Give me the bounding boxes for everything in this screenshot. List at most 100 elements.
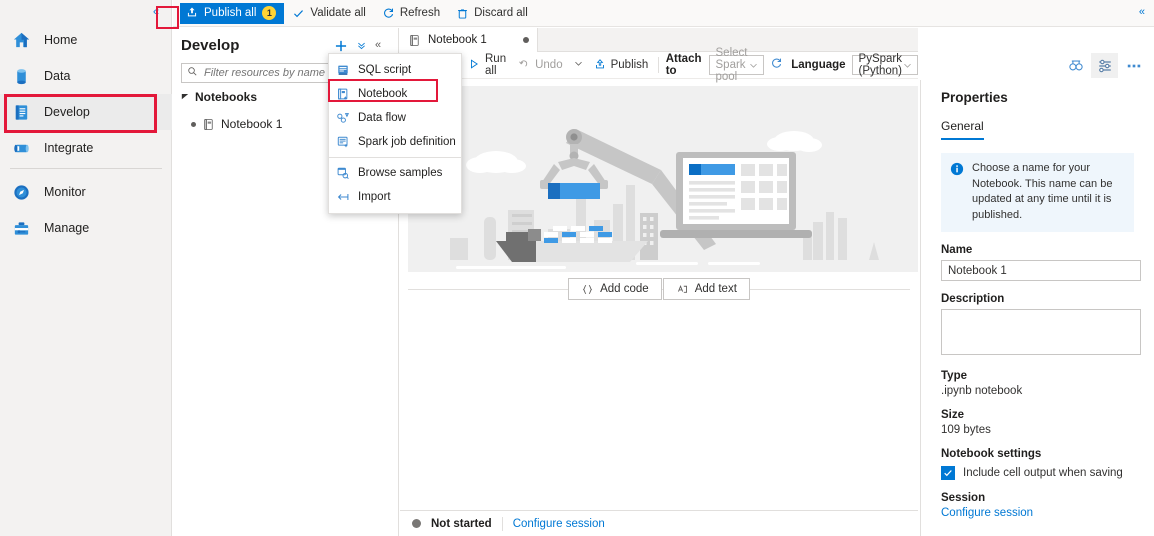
data-flow-icon xyxy=(336,111,350,125)
refresh-icon xyxy=(382,7,395,20)
tree-group-notebooks[interactable]: Notebooks xyxy=(181,90,257,104)
language-value: PySpark (Python) xyxy=(858,53,902,77)
publish-all-label: Publish all xyxy=(204,7,257,19)
chevron-down-icon xyxy=(573,58,584,72)
publish-button[interactable]: Publish xyxy=(588,55,655,75)
notebook-icon xyxy=(408,34,421,47)
variables-button[interactable] xyxy=(1062,53,1089,78)
menu-item-spark-job-definition[interactable]: Spark job definition xyxy=(329,130,461,154)
language-select[interactable]: PySpark (Python) xyxy=(851,53,918,77)
undo-button[interactable]: Undo xyxy=(512,55,569,75)
info-message: Choose a name for your Notebook. This na… xyxy=(941,153,1134,233)
menu-divider xyxy=(329,157,461,158)
import-icon xyxy=(336,190,350,204)
add-code-button[interactable]: Add code xyxy=(568,278,662,300)
sidebar-item-label: Monitor xyxy=(44,185,86,199)
publish-label: Publish xyxy=(610,59,649,71)
tree-group-label: Notebooks xyxy=(195,90,258,104)
sidebar-item-label: Home xyxy=(44,33,78,47)
variables-icon xyxy=(1068,58,1084,74)
spark-job-icon xyxy=(336,135,350,149)
sidebar-item-label: Integrate xyxy=(44,141,94,155)
more-options-button[interactable] xyxy=(1120,53,1147,78)
sidebar-item-home[interactable]: Home xyxy=(0,22,172,58)
sidebar-item-integrate[interactable]: Integrate xyxy=(0,130,172,166)
develop-panel-collapse-icon[interactable]: « xyxy=(371,38,385,52)
properties-toolbar xyxy=(1062,52,1154,79)
list-item-label: Notebook 1 xyxy=(221,117,283,131)
top-command-bar: Publish all 1 Validate all Refresh Disca… xyxy=(173,0,1154,27)
ellipsis-icon xyxy=(1126,63,1142,69)
sidebar-item-data[interactable]: Data xyxy=(0,58,172,94)
publish-all-badge: 1 xyxy=(262,6,277,20)
sidebar-item-develop[interactable]: Develop xyxy=(0,94,172,130)
type-value: .ipynb notebook xyxy=(941,385,1023,398)
sidebar-item-monitor[interactable]: Monitor xyxy=(0,174,172,210)
discard-all-label: Discard all xyxy=(474,7,528,19)
menu-item-label: Notebook xyxy=(358,88,408,100)
sql-script-icon xyxy=(336,63,350,77)
session-status-label: Not started xyxy=(431,517,492,530)
description-field[interactable] xyxy=(941,309,1141,356)
expand-all-icon[interactable] xyxy=(354,38,368,52)
add-text-button[interactable]: Add text xyxy=(662,278,750,300)
add-text-label: Add text xyxy=(694,283,737,295)
notebook-status-bar: Not started Configure session xyxy=(400,510,918,536)
search-input[interactable] xyxy=(202,66,330,80)
menu-item-sql-script[interactable]: SQL script xyxy=(329,58,461,82)
name-field[interactable] xyxy=(941,260,1141,282)
publish-icon xyxy=(186,6,198,21)
publish-all-button[interactable]: Publish all 1 xyxy=(180,2,285,24)
undo-dropdown-button[interactable] xyxy=(569,55,588,75)
properties-title: Properties xyxy=(941,90,1008,105)
home-icon xyxy=(10,29,32,51)
menu-item-data-flow[interactable]: Data flow xyxy=(329,106,461,130)
command-bar-collapse-icon[interactable]: « xyxy=(1139,6,1145,18)
chevron-down-icon xyxy=(748,60,759,71)
filter-resources-box[interactable] xyxy=(181,63,336,83)
menu-item-label: Data flow xyxy=(358,112,406,124)
checkbox-checked-icon xyxy=(941,466,955,481)
run-all-button[interactable]: Run all xyxy=(462,53,512,77)
spark-pool-placeholder: Select Spark pool xyxy=(715,47,748,83)
document-icon xyxy=(10,101,32,123)
notebook-add-icon xyxy=(336,87,350,101)
refresh-icon xyxy=(770,57,783,73)
triangle-expanded-icon xyxy=(181,92,189,102)
menu-item-import[interactable]: Import xyxy=(329,185,461,209)
notebook-editor: Notebook 1 Run all Undo Publish Attach t… xyxy=(400,28,918,536)
browse-samples-icon xyxy=(336,166,350,180)
sidebar-item-label: Manage xyxy=(44,221,90,235)
include-cell-output-checkbox[interactable]: Include cell output when saving xyxy=(941,466,1134,481)
tab-general[interactable]: General xyxy=(941,119,984,140)
restart-session-button[interactable] xyxy=(764,55,789,75)
notebook-settings-label: Notebook settings xyxy=(941,448,1042,461)
page-title: Develop xyxy=(181,37,240,54)
discard-all-button[interactable]: Discard all xyxy=(448,3,536,24)
session-label: Session xyxy=(941,492,986,505)
spark-pool-select[interactable]: Select Spark pool xyxy=(708,47,765,83)
database-icon xyxy=(10,65,32,87)
tab-notebook-1[interactable]: Notebook 1 xyxy=(400,28,538,52)
refresh-label: Refresh xyxy=(399,7,441,19)
pipeline-icon xyxy=(10,137,32,159)
sidebar-item-manage[interactable]: Manage xyxy=(0,210,172,246)
configure-session-link[interactable]: Configure session xyxy=(941,507,1134,519)
rail-collapse-icon[interactable]: « xyxy=(148,4,164,20)
menu-item-browse-samples[interactable]: Browse samples xyxy=(329,161,461,185)
code-braces-icon xyxy=(581,283,594,296)
add-cell-row: Add code Add text xyxy=(400,276,918,302)
refresh-button[interactable]: Refresh xyxy=(374,3,448,24)
tab-label: Notebook 1 xyxy=(428,34,487,46)
configure-session-link[interactable]: Configure session xyxy=(513,518,605,530)
unsaved-changes-dot-icon xyxy=(523,37,529,43)
validate-all-button[interactable]: Validate all xyxy=(284,3,373,24)
text-box-icon xyxy=(676,283,689,296)
new-resource-menu: SQL script Notebook Data flow Spark job … xyxy=(328,53,462,214)
menu-item-label: Spark job definition xyxy=(358,136,456,148)
undo-icon xyxy=(518,58,530,73)
menu-item-label: Browse samples xyxy=(358,167,443,179)
menu-item-notebook[interactable]: Notebook xyxy=(329,82,461,106)
synapse-illustration xyxy=(408,86,918,272)
properties-button[interactable] xyxy=(1091,53,1118,78)
